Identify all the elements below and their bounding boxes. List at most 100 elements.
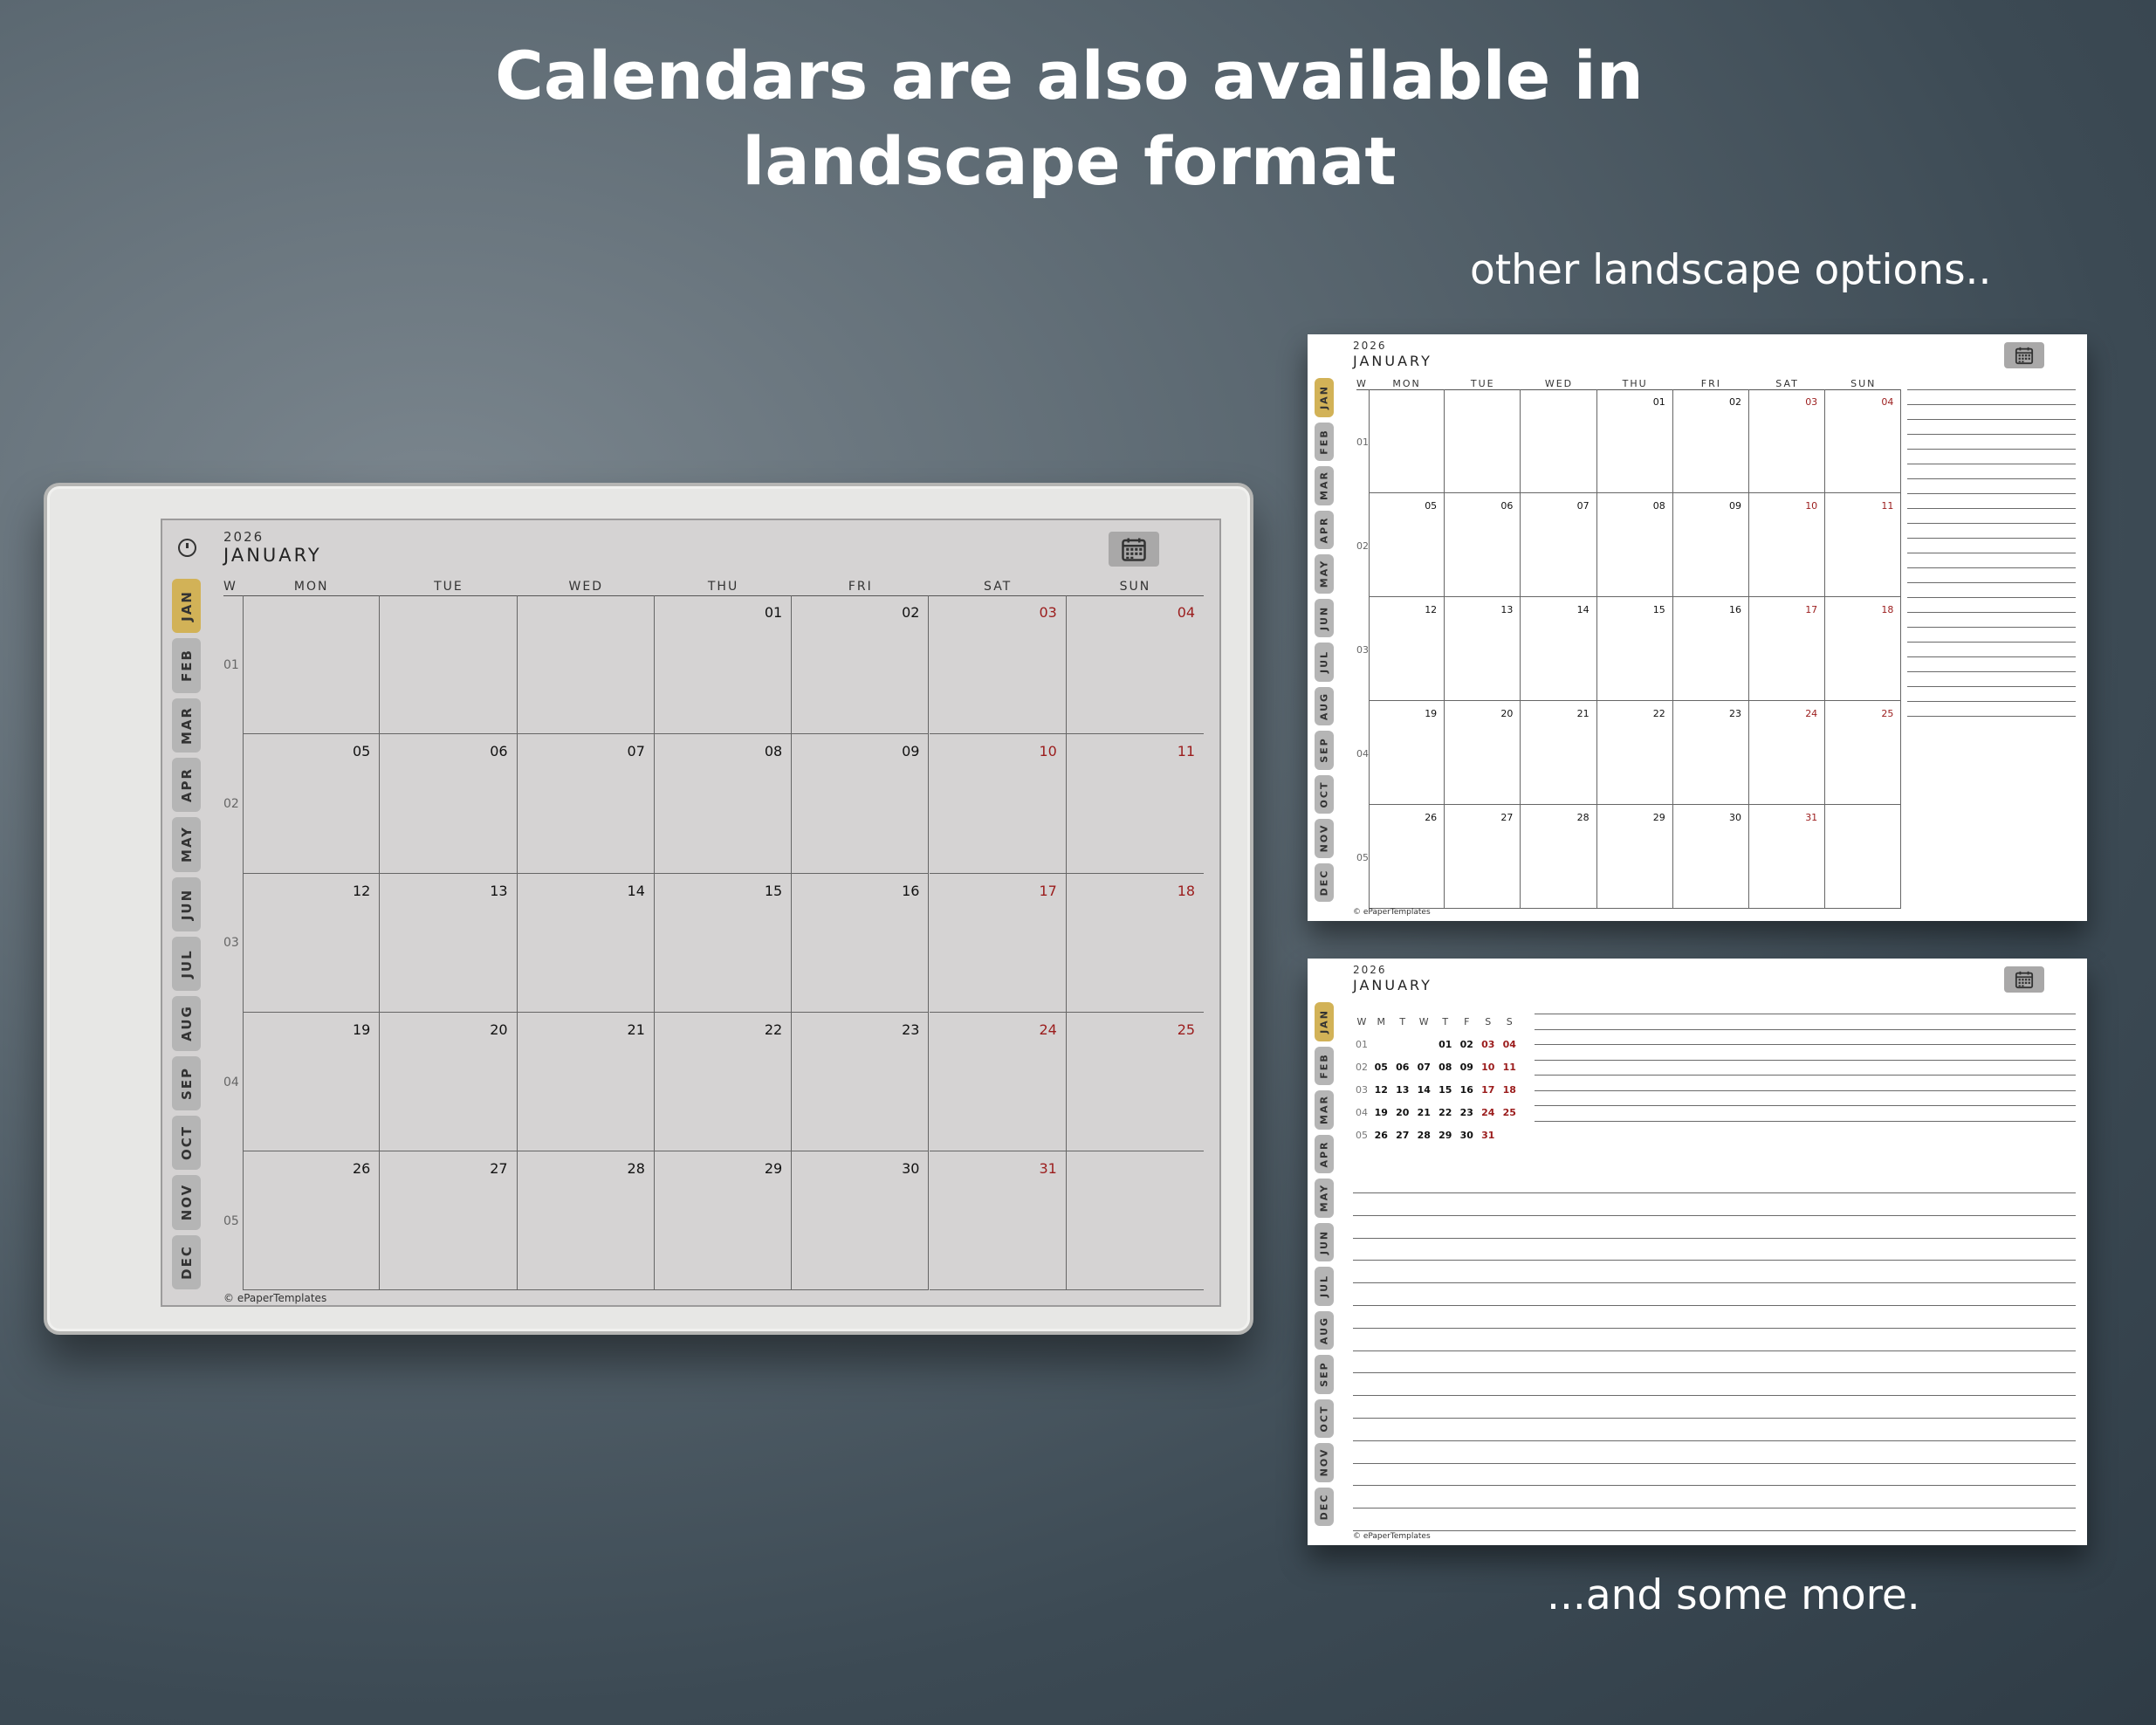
day-cell[interactable]: 23	[792, 1012, 930, 1152]
note-line[interactable]	[1353, 1462, 2076, 1464]
month-tab-mar[interactable]: MAR	[172, 698, 201, 753]
day-cell[interactable]: 22	[654, 1012, 793, 1152]
month-tab-apr[interactable]: APR	[1315, 1134, 1334, 1173]
month-tab-jun[interactable]: JUN	[172, 876, 201, 931]
calendar-button[interactable]	[2004, 342, 2044, 368]
calendar-button[interactable]	[2004, 966, 2044, 993]
day-cell[interactable]: 04	[1825, 389, 1902, 493]
mini-day[interactable]: 21	[1413, 1107, 1435, 1118]
note-line[interactable]	[1353, 1237, 2076, 1239]
note-line[interactable]	[1353, 1282, 2076, 1284]
note-line[interactable]	[1353, 1327, 2076, 1329]
month-tab-oct[interactable]: OCT	[1315, 1399, 1334, 1438]
mini-day[interactable]: 03	[1478, 1039, 1500, 1050]
month-tab-sep[interactable]: SEP	[1315, 1355, 1334, 1394]
day-cell[interactable]: 22	[1596, 701, 1673, 805]
day-cell[interactable]	[1521, 389, 1597, 493]
day-cell[interactable]: 23	[1672, 701, 1749, 805]
day-cell[interactable]: 19	[243, 1012, 381, 1152]
day-cell[interactable]: 08	[654, 734, 793, 874]
day-cell[interactable]: 27	[380, 1151, 518, 1291]
day-cell[interactable]: 02	[792, 595, 930, 735]
mini-day[interactable]: 16	[1456, 1084, 1478, 1096]
mini-day[interactable]: 25	[1499, 1107, 1521, 1118]
month-tab-may[interactable]: MAY	[1315, 554, 1334, 594]
day-cell[interactable]: 11	[1825, 493, 1902, 597]
day-cell[interactable]: 05	[1369, 493, 1445, 597]
day-cell[interactable]: 14	[517, 873, 655, 1013]
day-cell[interactable]: 18	[1066, 874, 1205, 1013]
note-line[interactable]	[1907, 449, 2076, 450]
note-line[interactable]	[1535, 1059, 2076, 1061]
note-line[interactable]	[1535, 1089, 2076, 1091]
month-tab-nov[interactable]: NOV	[1315, 1443, 1334, 1482]
calendar-button[interactable]	[1109, 532, 1159, 567]
mini-day[interactable]: 07	[1413, 1062, 1435, 1073]
day-cell[interactable]: 31	[1749, 805, 1826, 909]
month-tab-nov[interactable]: NOV	[1315, 819, 1334, 858]
month-tab-sep[interactable]: SEP	[1315, 731, 1334, 770]
mini-day[interactable]: 14	[1413, 1084, 1435, 1096]
note-line[interactable]	[1353, 1350, 2076, 1351]
note-line[interactable]	[1353, 1214, 2076, 1216]
mini-day[interactable]: 27	[1392, 1130, 1414, 1141]
month-tab-feb[interactable]: FEB	[1315, 1046, 1334, 1085]
note-line[interactable]	[1907, 582, 2076, 583]
mini-day[interactable]: 01	[1435, 1039, 1457, 1050]
note-line[interactable]	[1353, 1260, 2076, 1261]
note-line[interactable]	[1535, 1044, 2076, 1045]
day-cell[interactable]: 26	[243, 1151, 381, 1291]
mini-day[interactable]: 26	[1370, 1130, 1392, 1141]
month-tab-jan[interactable]: JAN	[1315, 1002, 1334, 1041]
note-line[interactable]	[1907, 612, 2076, 613]
day-cell[interactable]: 07	[517, 734, 655, 874]
day-cell[interactable]: 14	[1521, 597, 1597, 701]
month-tab-oct[interactable]: OCT	[1315, 774, 1334, 814]
day-cell[interactable]: 19	[1369, 701, 1445, 805]
mini-day[interactable]: 20	[1392, 1107, 1414, 1118]
note-line[interactable]	[1907, 478, 2076, 479]
day-cell[interactable]	[1825, 805, 1902, 909]
note-line[interactable]	[1907, 523, 2076, 524]
mini-day[interactable]: 18	[1499, 1084, 1521, 1096]
note-line[interactable]	[1907, 656, 2076, 657]
day-cell[interactable]: 18	[1825, 597, 1902, 701]
month-tab-aug[interactable]: AUG	[1315, 686, 1334, 725]
day-cell[interactable]: 04	[1066, 595, 1205, 735]
note-line[interactable]	[1907, 538, 2076, 539]
note-line[interactable]	[1353, 1485, 2076, 1487]
day-cell[interactable]: 31	[929, 1151, 1067, 1291]
day-cell[interactable]: 16	[1672, 597, 1749, 701]
day-cell[interactable]: 09	[792, 734, 930, 874]
note-line[interactable]	[1907, 627, 2076, 628]
day-cell[interactable]: 17	[929, 873, 1067, 1013]
month-tab-jan[interactable]: JAN	[1315, 378, 1334, 417]
day-cell[interactable]: 15	[1596, 597, 1673, 701]
month-tab-aug[interactable]: AUG	[172, 996, 201, 1051]
note-line[interactable]	[1535, 1120, 2076, 1122]
mini-day[interactable]: 28	[1413, 1130, 1435, 1141]
day-cell[interactable]: 16	[792, 873, 930, 1013]
month-tab-feb[interactable]: FEB	[172, 638, 201, 693]
day-cell[interactable]: 30	[792, 1151, 930, 1291]
mini-day[interactable]: 10	[1478, 1062, 1500, 1073]
note-line[interactable]	[1907, 597, 2076, 598]
note-line[interactable]	[1353, 1395, 2076, 1397]
day-cell[interactable]	[1445, 389, 1521, 493]
mini-day[interactable]: 15	[1435, 1084, 1457, 1096]
day-cell[interactable]: 25	[1066, 1013, 1205, 1152]
day-cell[interactable]: 30	[1672, 805, 1749, 909]
month-tab-feb[interactable]: FEB	[1315, 422, 1334, 461]
day-cell[interactable]: 12	[1369, 597, 1445, 701]
month-tab-apr[interactable]: APR	[172, 757, 201, 813]
note-line[interactable]	[1907, 508, 2076, 509]
month-tab-mar[interactable]: MAR	[1315, 1090, 1334, 1130]
note-line[interactable]	[1907, 567, 2076, 568]
day-cell[interactable]: 13	[1445, 597, 1521, 701]
month-tab-jul[interactable]: JUL	[1315, 1267, 1334, 1306]
note-line[interactable]	[1907, 671, 2076, 672]
day-cell[interactable]: 24	[1749, 701, 1826, 805]
day-cell[interactable]	[1369, 389, 1445, 493]
month-tab-mar[interactable]: MAR	[1315, 466, 1334, 505]
note-line[interactable]	[1353, 1192, 2076, 1193]
